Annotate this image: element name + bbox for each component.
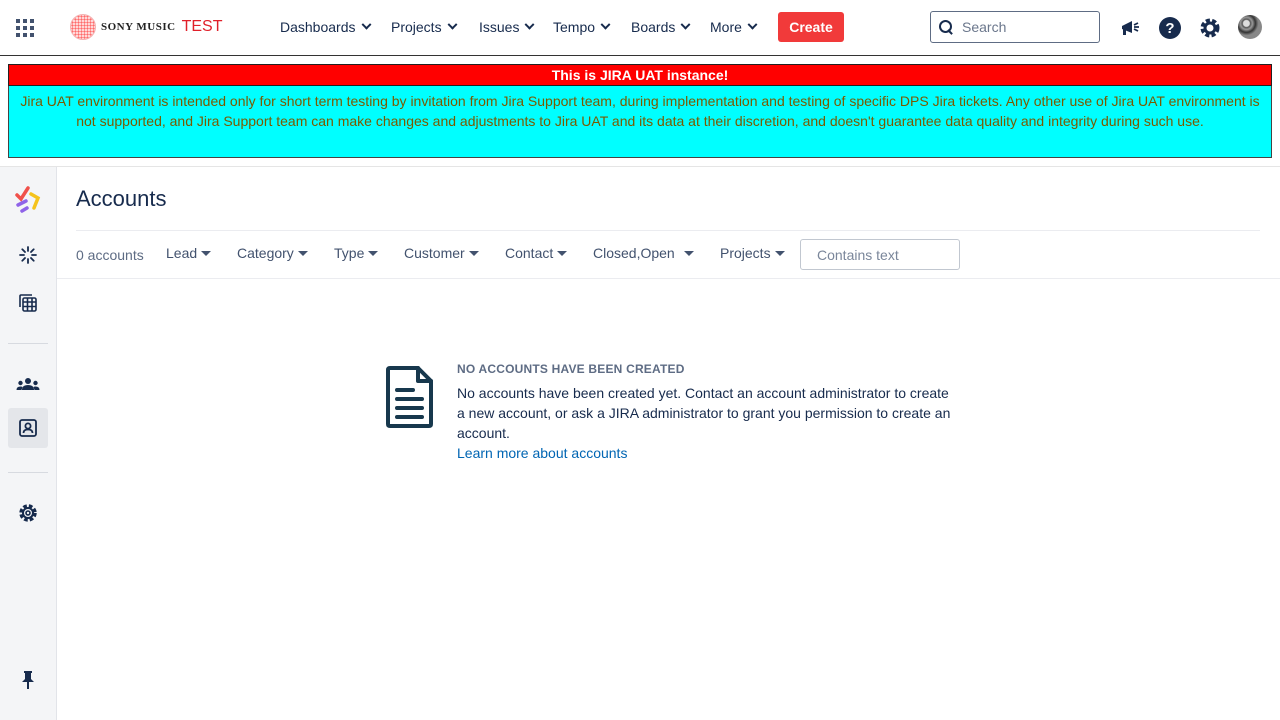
caret-down-icon: [368, 250, 379, 256]
nav-issues[interactable]: Issues: [479, 17, 535, 37]
top-navigation: SONY MUSIC TEST Dashboards Projects Issu…: [0, 0, 1280, 56]
contains-text-input[interactable]: [800, 239, 960, 270]
banner-divider: [0, 166, 1280, 167]
sidebar: [0, 167, 57, 720]
title-divider: [76, 230, 1260, 231]
nav-dashboards[interactable]: Dashboards: [280, 17, 371, 37]
team-icon[interactable]: [8, 364, 48, 404]
filter-lead[interactable]: Lead: [166, 245, 212, 261]
nav-more-label: More: [710, 19, 742, 35]
user-avatar[interactable]: [1238, 15, 1262, 39]
svg-text:?: ?: [1165, 20, 1174, 37]
nav-boards-label: Boards: [631, 19, 676, 35]
filter-status-label: Closed,Open: [593, 245, 675, 261]
chevron-down-icon: [747, 19, 758, 30]
home-logo[interactable]: SONY MUSIC TEST: [70, 14, 222, 40]
filter-status[interactable]: Closed,Open: [593, 245, 694, 261]
help-icon[interactable]: ?: [1158, 16, 1182, 40]
calendar-grid-icon[interactable]: [8, 283, 48, 323]
filter-type[interactable]: Type: [334, 245, 379, 261]
filter-customer[interactable]: Customer: [404, 245, 479, 261]
settings-gear-icon[interactable]: [1198, 16, 1222, 40]
filter-divider: [57, 278, 1280, 279]
filter-category-label: Category: [237, 245, 294, 261]
caret-down-icon: [201, 250, 212, 256]
empty-state-message: No accounts have been created yet. Conta…: [457, 385, 951, 441]
chevron-down-icon: [525, 19, 535, 30]
filter-projects-label: Projects: [720, 245, 771, 261]
caret-down-icon: [297, 250, 308, 256]
caret-down-icon: [774, 250, 785, 256]
brand-name: SONY MUSIC: [101, 21, 176, 33]
chevron-down-icon: [361, 19, 371, 30]
accounts-contact-icon[interactable]: [8, 408, 48, 448]
uat-banner-title: This is JIRA UAT instance!: [8, 64, 1272, 86]
search-box[interactable]: [930, 11, 1100, 43]
filter-lead-label: Lead: [166, 245, 198, 261]
filter-type-label: Type: [334, 245, 365, 261]
sidebar-divider: [8, 472, 48, 473]
create-button[interactable]: Create: [778, 12, 844, 42]
nav-issues-label: Issues: [479, 19, 520, 35]
nav-dashboards-label: Dashboards: [280, 19, 356, 35]
document-icon: [385, 366, 433, 428]
environment-label: TEST: [181, 18, 223, 35]
nav-projects-label: Projects: [391, 19, 442, 35]
search-icon: [939, 20, 953, 34]
sidebar-divider: [8, 343, 48, 344]
search-input[interactable]: [962, 19, 1092, 35]
caret-down-icon: [557, 250, 568, 256]
nav-projects[interactable]: Projects: [391, 17, 458, 37]
caret-down-icon: [468, 250, 479, 256]
app-switcher-icon[interactable]: [16, 19, 34, 37]
nav-tempo-label: Tempo: [553, 19, 596, 35]
learn-more-link[interactable]: Learn more about accounts: [457, 443, 627, 463]
filter-category[interactable]: Category: [237, 245, 308, 261]
settings-gear-icon[interactable]: [8, 493, 48, 533]
caret-down-icon: [683, 250, 694, 256]
accounts-count: 0 accounts: [76, 247, 144, 263]
nav-more[interactable]: More: [710, 17, 758, 37]
pin-icon[interactable]: [8, 660, 48, 700]
loading-spinner-icon[interactable]: [8, 235, 48, 275]
sony-music-logo-icon: [70, 14, 96, 40]
nav-tempo[interactable]: Tempo: [553, 17, 611, 37]
chevron-down-icon: [447, 19, 458, 30]
chevron-down-icon: [680, 19, 691, 30]
uat-banner-message: Jira UAT environment is intended only fo…: [8, 86, 1272, 158]
filter-projects[interactable]: Projects: [720, 245, 785, 261]
filter-contact-label: Contact: [505, 245, 554, 261]
page-title: Accounts: [76, 186, 167, 211]
notifications-megaphone-icon[interactable]: [1118, 16, 1142, 40]
filter-customer-label: Customer: [404, 245, 465, 261]
chevron-down-icon: [600, 19, 611, 30]
empty-state-heading: NO ACCOUNTS HAVE BEEN CREATED: [457, 362, 685, 376]
tempo-logo-icon[interactable]: [8, 179, 48, 219]
filter-contact[interactable]: Contact: [505, 245, 568, 261]
nav-boards[interactable]: Boards: [631, 17, 691, 37]
